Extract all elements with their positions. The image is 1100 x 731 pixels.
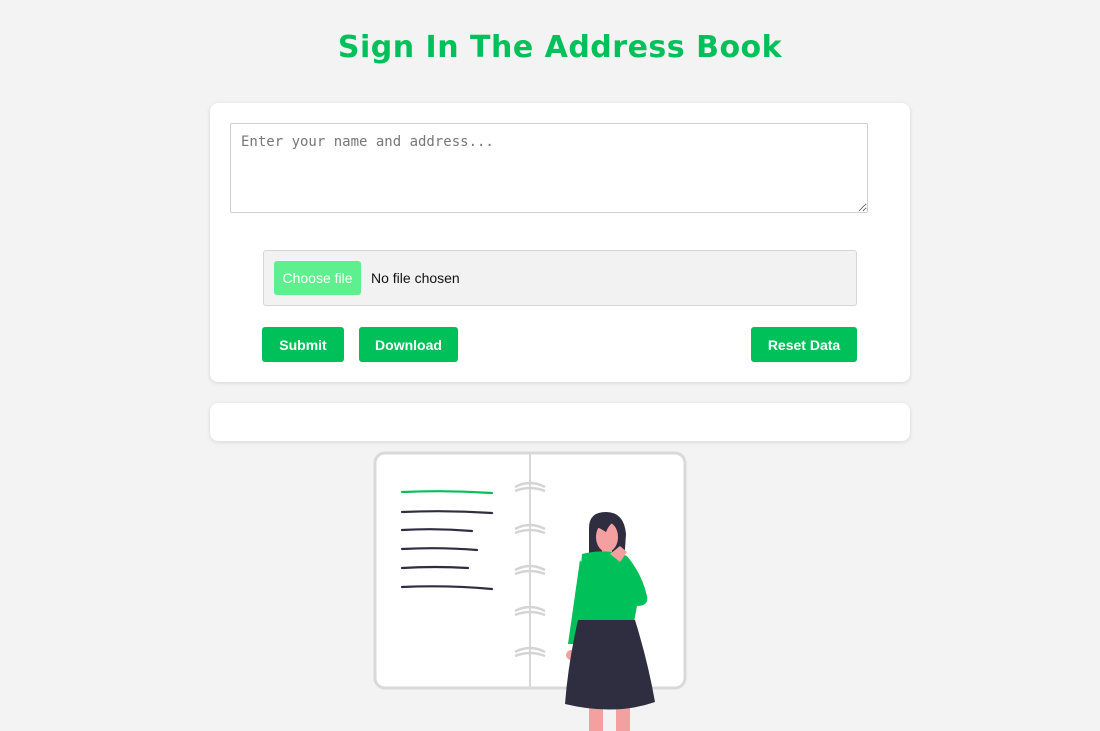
name-address-input[interactable] [230,123,868,213]
entry-form-card: Choose file No file chosen Submit Downlo… [210,103,910,382]
file-status-text: No file chosen [371,270,460,286]
submit-button[interactable]: Submit [262,327,344,362]
reset-data-button[interactable]: Reset Data [751,327,857,362]
choose-file-button[interactable]: Choose file [274,261,361,295]
download-button[interactable]: Download [359,327,458,362]
address-entries-list [210,403,910,441]
page-title: Sign In The Address Book [337,30,783,65]
file-upload-field[interactable]: Choose file No file chosen [263,250,857,306]
notebook-woman-illustration [373,451,687,731]
